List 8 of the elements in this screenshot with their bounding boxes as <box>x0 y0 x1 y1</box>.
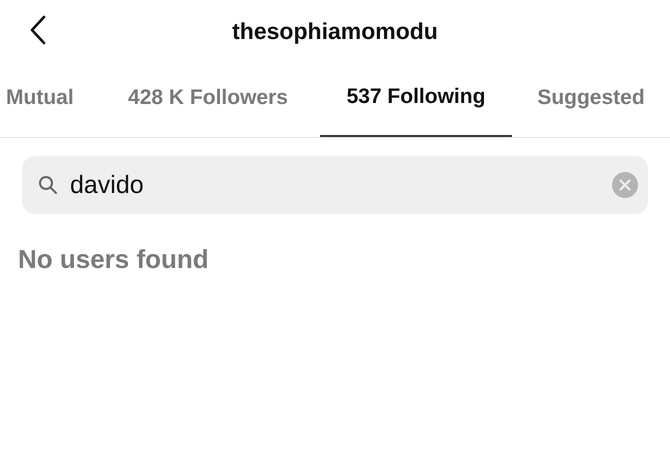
tab[interactable]: Suggested <box>512 62 670 137</box>
back-icon[interactable] <box>29 15 47 45</box>
empty-message: No users found <box>18 244 210 275</box>
tab[interactable]: Mutual <box>0 62 96 137</box>
profile-username: thesophiamomodu <box>232 18 438 44</box>
search-field[interactable]: davido <box>22 156 648 214</box>
tab[interactable]: 537 Following <box>320 62 512 137</box>
tab[interactable]: 428 K Followers <box>96 62 320 137</box>
